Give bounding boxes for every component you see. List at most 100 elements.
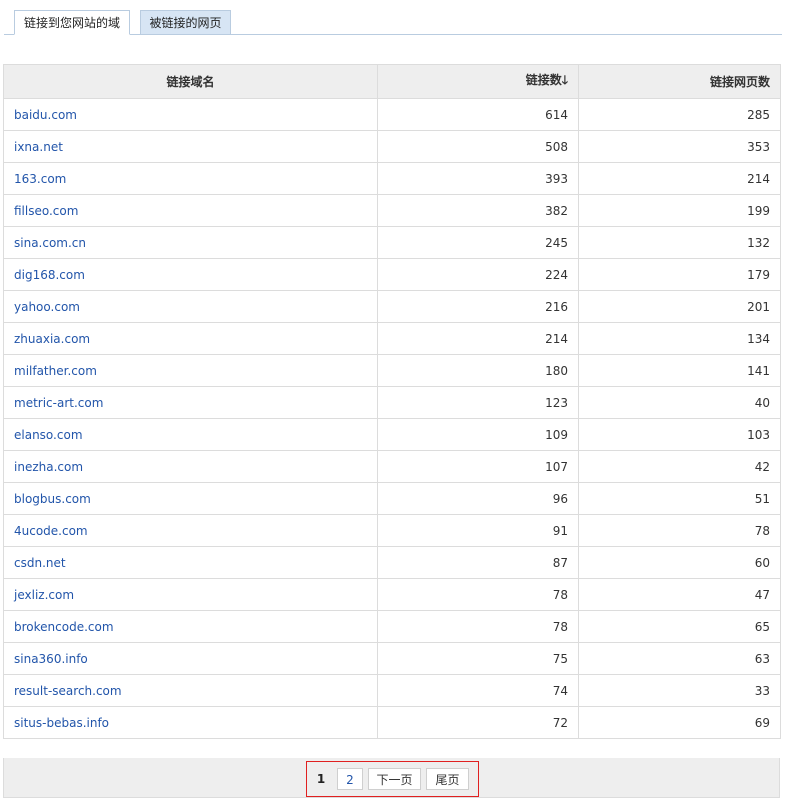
links-count-cell: 107	[377, 450, 579, 483]
table-row: dig168.com 224 179	[3, 258, 781, 291]
page-2-button[interactable]: 2	[337, 768, 363, 790]
table-row: sina.com.cn 245 132	[3, 226, 781, 259]
pages-count-cell: 134	[578, 322, 781, 355]
domain-cell: elanso.com	[3, 418, 378, 451]
arrow-down-icon: 🡓	[561, 73, 568, 87]
table-row: fillseo.com 382 199	[3, 194, 781, 227]
links-count-cell: 245	[377, 226, 579, 259]
domain-link[interactable]: elanso.com	[14, 428, 83, 442]
pages-count-cell: 103	[578, 418, 781, 451]
table-row: milfather.com 180 141	[3, 354, 781, 387]
domain-link[interactable]: baidu.com	[14, 108, 77, 122]
pages-count-cell: 60	[578, 546, 781, 579]
pages-count-cell: 65	[578, 610, 781, 643]
pages-count-cell: 63	[578, 642, 781, 675]
column-header-domain: 链接域名	[3, 64, 378, 99]
pages-count-cell: 285	[578, 98, 781, 131]
links-count-cell: 508	[377, 130, 579, 163]
table-row: zhuaxia.com 214 134	[3, 322, 781, 355]
domain-cell: baidu.com	[3, 98, 378, 131]
links-count-cell: 123	[377, 386, 579, 419]
domain-link[interactable]: brokencode.com	[14, 620, 114, 634]
domain-cell: 163.com	[3, 162, 378, 195]
domain-cell: result-search.com	[3, 674, 378, 707]
links-count-cell: 382	[377, 194, 579, 227]
table-body: baidu.com 614 285 ixna.net 508 353 163.com 393 2…	[3, 98, 781, 739]
links-count-cell: 109	[377, 418, 579, 451]
domain-link[interactable]: csdn.net	[14, 556, 66, 570]
pages-count-cell: 42	[578, 450, 781, 483]
table-row: result-search.com 74 33	[3, 674, 781, 707]
linking-domains-table: 链接域名 链接数🡓 链接网页数 baidu.com 614 285 ixna.net 5…	[3, 64, 781, 739]
table-row: baidu.com 614 285	[3, 98, 781, 131]
domain-link[interactable]: result-search.com	[14, 684, 122, 698]
tab-linking-domains[interactable]: 链接到您网站的域	[14, 10, 130, 35]
tab-linked-pages[interactable]: 被链接的网页	[140, 10, 231, 34]
pages-count-cell: 47	[578, 578, 781, 611]
table-row: 163.com 393 214	[3, 162, 781, 195]
next-page-button[interactable]: 下一页	[368, 768, 421, 790]
pages-count-cell: 179	[578, 258, 781, 291]
links-count-cell: 75	[377, 642, 579, 675]
table-row: blogbus.com 96 51	[3, 482, 781, 515]
domain-cell: sina360.info	[3, 642, 378, 675]
domain-cell: brokencode.com	[3, 610, 378, 643]
table-header-row: 链接域名 链接数🡓 链接网页数	[3, 64, 781, 99]
domain-cell: dig168.com	[3, 258, 378, 291]
links-count-cell: 87	[377, 546, 579, 579]
domain-cell: blogbus.com	[3, 482, 378, 515]
domain-link[interactable]: jexliz.com	[14, 588, 74, 602]
domain-link[interactable]: blogbus.com	[14, 492, 91, 506]
domain-link[interactable]: yahoo.com	[14, 300, 80, 314]
last-page-button[interactable]: 尾页	[426, 768, 469, 790]
table-row: jexliz.com 78 47	[3, 578, 781, 611]
pages-count-cell: 69	[578, 706, 781, 739]
table-row: metric-art.com 123 40	[3, 386, 781, 419]
tab-bar: 链接到您网站的域 被链接的网页	[0, 0, 782, 35]
domain-cell: milfather.com	[3, 354, 378, 387]
domain-link[interactable]: 4ucode.com	[14, 524, 88, 538]
domain-link[interactable]: metric-art.com	[14, 396, 103, 410]
domain-link[interactable]: inezha.com	[14, 460, 83, 474]
pages-count-cell: 51	[578, 482, 781, 515]
domain-cell: jexliz.com	[3, 578, 378, 611]
domain-cell: ixna.net	[3, 130, 378, 163]
table-row: 4ucode.com 91 78	[3, 514, 781, 547]
domain-cell: sina.com.cn	[3, 226, 378, 259]
domain-cell: fillseo.com	[3, 194, 378, 227]
table-row: situs-bebas.info 72 69	[3, 706, 781, 739]
domain-cell: zhuaxia.com	[3, 322, 378, 355]
pages-count-cell: 78	[578, 514, 781, 547]
domain-link[interactable]: fillseo.com	[14, 204, 78, 218]
links-count-cell: 214	[377, 322, 579, 355]
links-count-cell: 614	[377, 98, 579, 131]
domain-cell: inezha.com	[3, 450, 378, 483]
pages-count-cell: 214	[578, 162, 781, 195]
links-count-cell: 96	[377, 482, 579, 515]
page-current: 1	[316, 772, 326, 786]
domain-link[interactable]: dig168.com	[14, 268, 85, 282]
pagination: 1 2 下一页 尾页	[306, 761, 479, 797]
links-count-cell: 74	[377, 674, 579, 707]
domain-link[interactable]: 163.com	[14, 172, 66, 186]
column-header-links-label: 链接数	[525, 73, 562, 87]
domain-link[interactable]: ixna.net	[14, 140, 63, 154]
links-count-cell: 216	[377, 290, 579, 323]
domain-link[interactable]: sina360.info	[14, 652, 88, 666]
pages-count-cell: 40	[578, 386, 781, 419]
domain-link[interactable]: zhuaxia.com	[14, 332, 90, 346]
domain-link[interactable]: situs-bebas.info	[14, 716, 109, 730]
domain-link[interactable]: sina.com.cn	[14, 236, 86, 250]
column-header-links[interactable]: 链接数🡓	[377, 64, 579, 99]
table-row: yahoo.com 216 201	[3, 290, 781, 323]
domain-cell: metric-art.com	[3, 386, 378, 419]
domain-cell: csdn.net	[3, 546, 378, 579]
pages-count-cell: 33	[578, 674, 781, 707]
table-row: sina360.info 75 63	[3, 642, 781, 675]
links-count-cell: 78	[377, 610, 579, 643]
domain-cell: 4ucode.com	[3, 514, 378, 547]
links-count-cell: 72	[377, 706, 579, 739]
domain-link[interactable]: milfather.com	[14, 364, 97, 378]
links-count-cell: 91	[377, 514, 579, 547]
links-count-cell: 180	[377, 354, 579, 387]
